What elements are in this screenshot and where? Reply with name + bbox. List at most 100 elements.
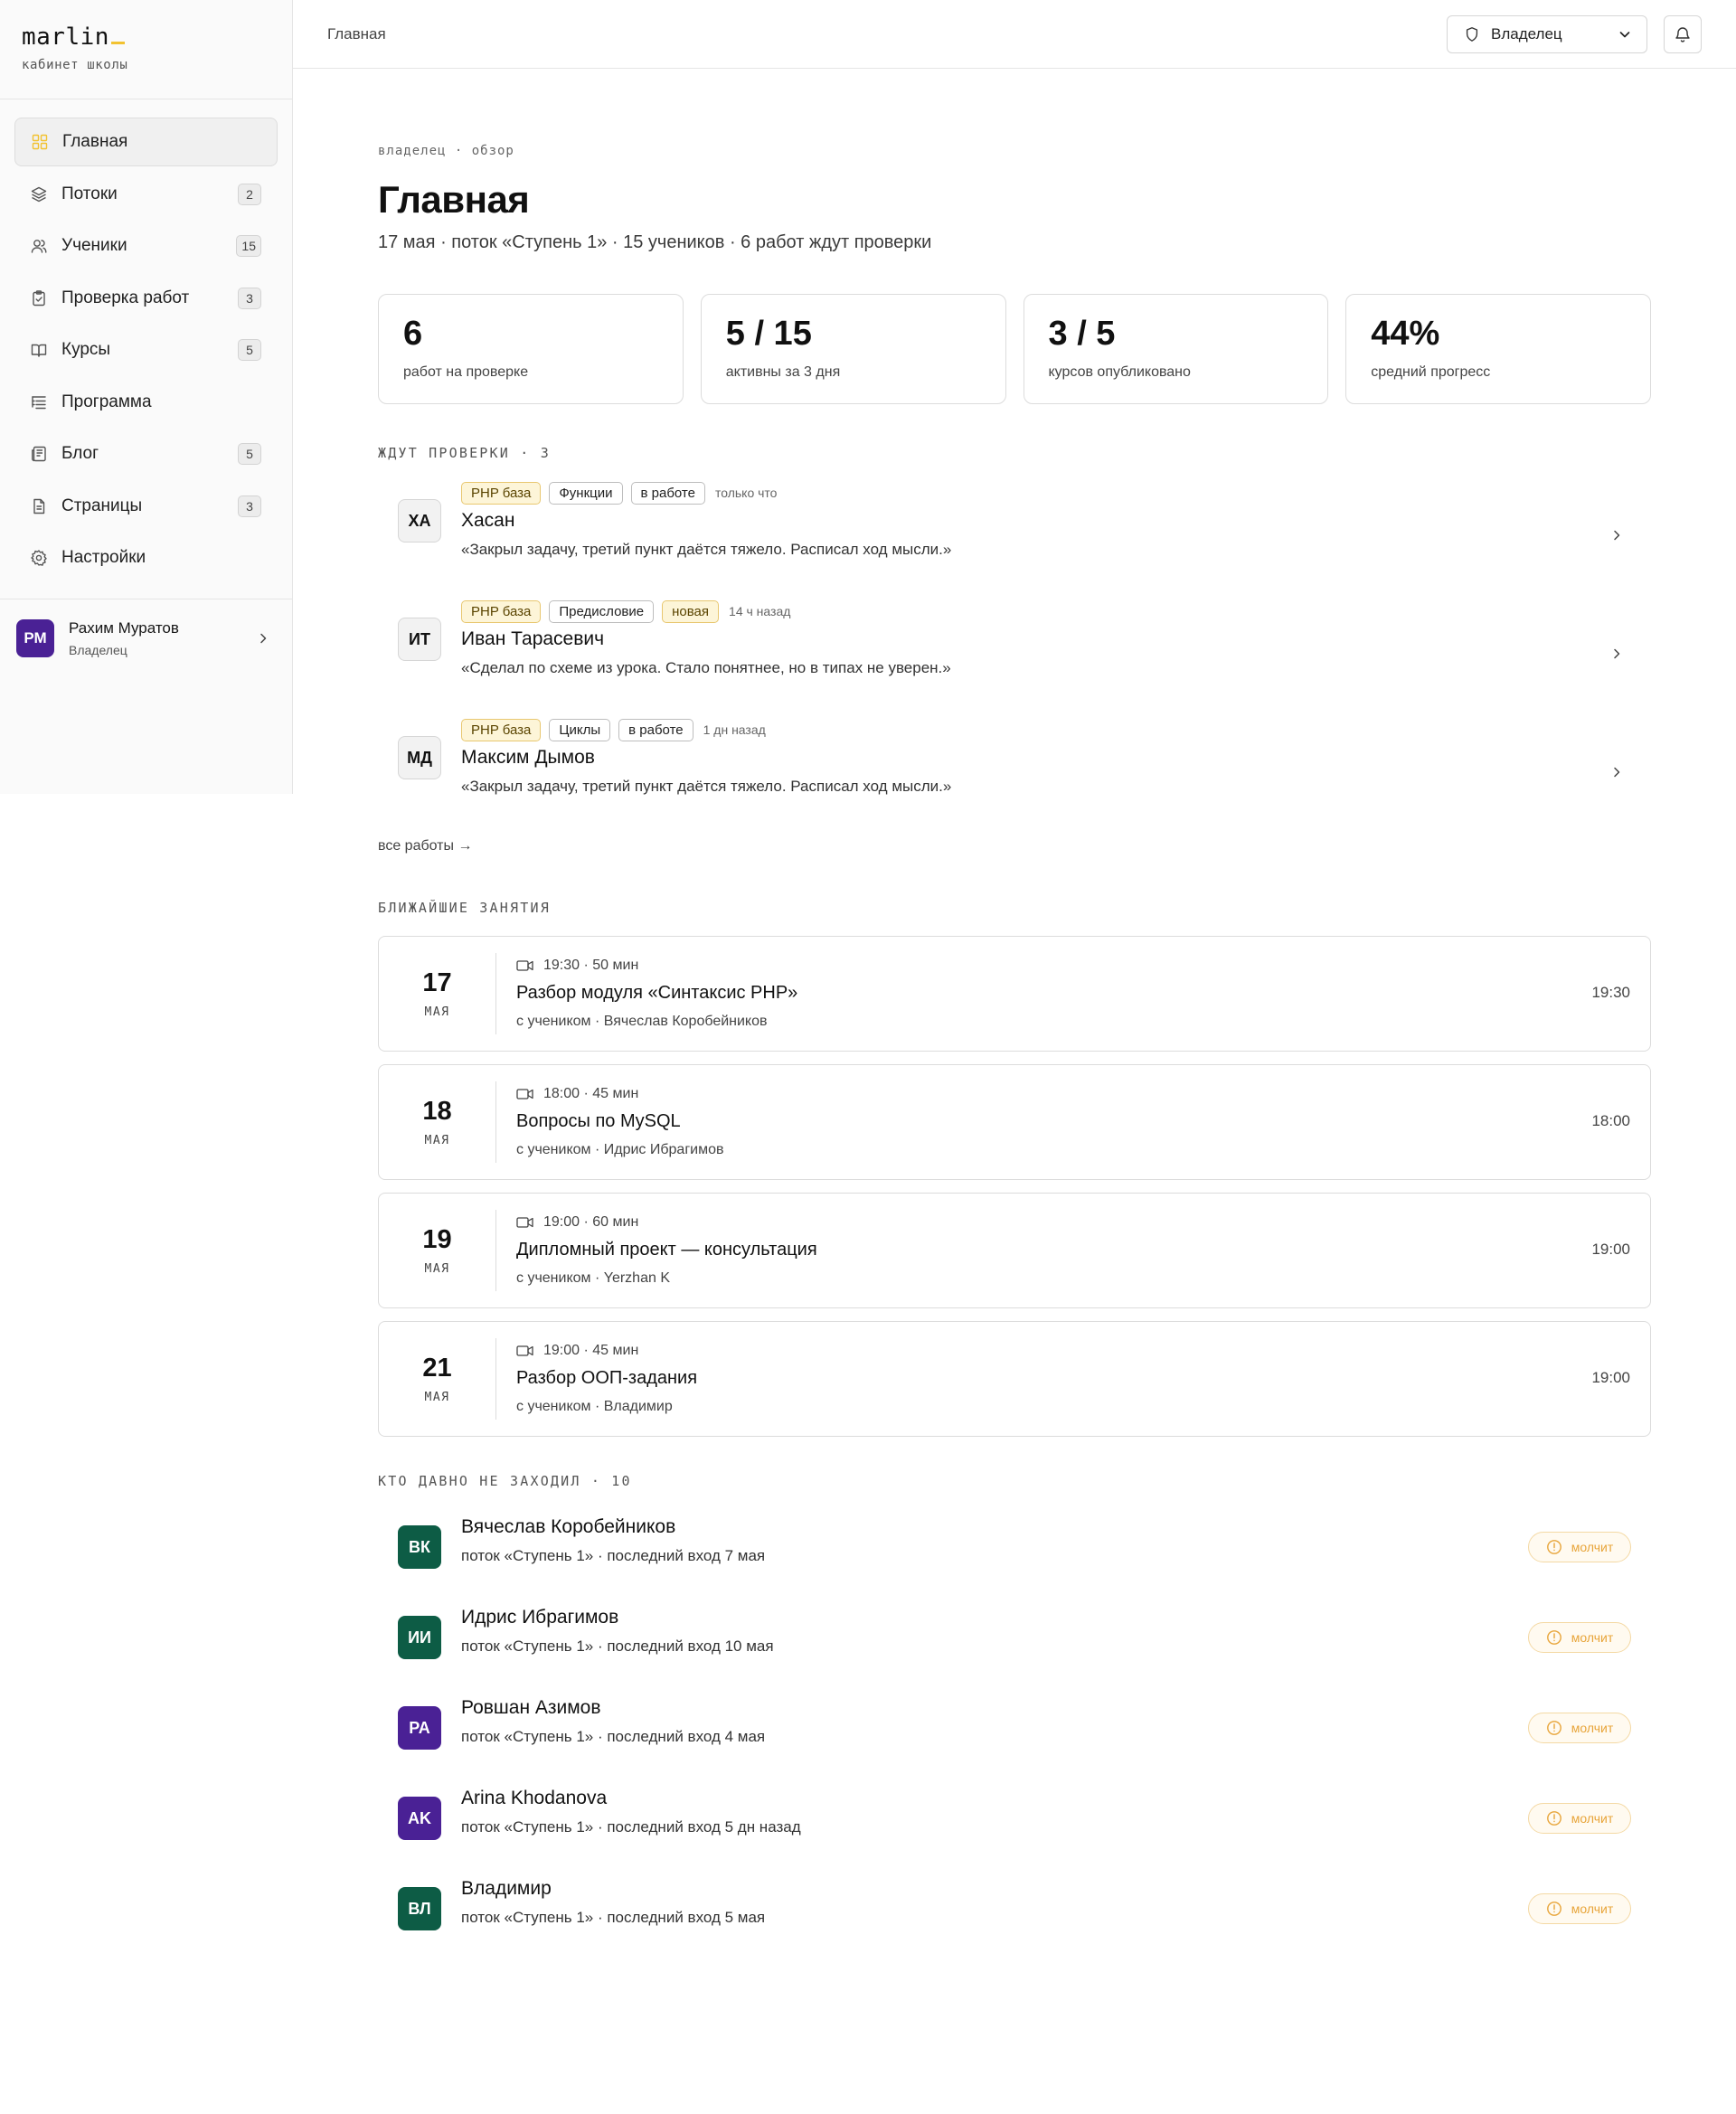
review-tags: PHP база Циклы в работе 1 дн назад xyxy=(461,718,1631,741)
course-tag: PHP база xyxy=(461,481,542,505)
lesson-date: 18 МАЯ xyxy=(379,1081,496,1163)
avatar: ИИ xyxy=(398,1616,441,1659)
course-tag: PHP база xyxy=(461,718,542,741)
notifications-button[interactable] xyxy=(1664,14,1702,53)
student-name: Владимир xyxy=(461,1878,552,1899)
lesson-title: Разбор ООП-задания xyxy=(516,1368,698,1388)
lesson-day: 17 xyxy=(422,968,452,997)
list-tree-icon xyxy=(29,392,49,412)
role-select[interactable]: Владелец xyxy=(1447,14,1647,53)
shield-icon xyxy=(1466,26,1478,42)
chevron-right-icon xyxy=(260,633,267,644)
course-tag: PHP база xyxy=(461,599,542,623)
lesson-card[interactable]: 18 МАЯ 18:00 · 45 мин Вопросы по MySQL с… xyxy=(378,1064,1651,1180)
lesson-participant: с учеником · Вячеслав Коробейников xyxy=(516,1014,768,1029)
status-badge: новая xyxy=(662,599,720,623)
absent-item[interactable]: ВЛ Владимир поток «Ступень 1» · последни… xyxy=(378,1873,1651,1963)
avatar: РМ xyxy=(16,619,54,657)
last-visit: поток «Ступень 1» · последний вход 5 дн … xyxy=(461,1818,801,1836)
lesson-body: 18:00 · 45 мин Вопросы по MySQL с ученик… xyxy=(516,1086,1650,1158)
alert-circle-icon xyxy=(1546,1630,1561,1645)
last-visit: поток «Ступень 1» · последний вход 4 мая xyxy=(461,1728,766,1745)
sidebar-item-label: Курсы xyxy=(61,340,111,359)
chevron-right-icon xyxy=(1614,530,1620,541)
status-badge: молчит xyxy=(1528,1532,1631,1562)
profile-text: Рахим Муратов Владелец xyxy=(69,619,256,657)
absent-item[interactable]: ВК Вячеслав Коробейников поток «Ступень … xyxy=(378,1511,1651,1601)
sidebar-item-program[interactable]: Программа xyxy=(14,378,278,427)
sidebar-item-home[interactable]: Главная xyxy=(14,118,278,166)
sidebar-item-streams[interactable]: Потоки 2 xyxy=(14,170,278,219)
stat-label: курсов опубликовано xyxy=(1048,364,1191,380)
status-badge: молчит xyxy=(1528,1803,1631,1834)
role-select-value: Владелец xyxy=(1491,24,1562,42)
all-works-link[interactable]: все работы → xyxy=(378,838,472,854)
sidebar-item-label: Главная xyxy=(62,132,128,151)
grid-icon xyxy=(30,132,50,152)
lesson-card[interactable]: 17 МАЯ 19:30 · 50 мин Разбор модуля «Син… xyxy=(378,936,1651,1052)
stat-card: 6 работ на проверке xyxy=(378,294,684,404)
sidebar-item-label: Ученики xyxy=(61,236,127,255)
video-camera-icon xyxy=(516,1217,533,1228)
absent-body: Вячеслав Коробейников поток «Ступень 1» … xyxy=(461,1516,1631,1565)
sidebar-item-reviews[interactable]: Проверка работ 3 xyxy=(14,274,278,323)
absent-body: Arina Khodanova поток «Ступень 1» · посл… xyxy=(461,1788,1631,1836)
lesson-meta-text: 19:00 · 45 мин xyxy=(543,1343,639,1358)
lesson-tag: Функции xyxy=(549,481,623,505)
reviews-heading: ЖДУТ ПРОВЕРКИ · 3 xyxy=(378,445,551,461)
chevron-down-icon xyxy=(1619,31,1630,37)
review-item[interactable]: ХА PHP база Функции в работе только что … xyxy=(378,481,1651,599)
student-name: Ровшан Азимов xyxy=(461,1697,601,1718)
users-icon xyxy=(29,236,49,256)
absent-heading: КТО ДАВНО НЕ ЗАХОДИЛ · 10 xyxy=(378,1473,632,1489)
absent-item[interactable]: AK Arina Khodanova поток «Ступень 1» · п… xyxy=(378,1782,1651,1873)
stat-label: работ на проверке xyxy=(403,364,529,380)
sidebar-item-students[interactable]: Ученики 15 xyxy=(14,222,278,270)
review-body: PHP база Предисловие новая 14 ч назад Ив… xyxy=(461,599,1631,677)
review-item[interactable]: ИТ PHP база Предисловие новая 14 ч назад… xyxy=(378,599,1651,718)
lesson-participant: с учеником · Идрис Ибрагимов xyxy=(516,1142,724,1157)
lesson-date: 21 МАЯ xyxy=(379,1338,496,1420)
sidebar-item-blog[interactable]: Блог 5 xyxy=(14,429,278,478)
chevron-right-icon xyxy=(1614,648,1620,659)
review-body: PHP база Циклы в работе 1 дн назад Макси… xyxy=(461,718,1631,796)
sidebar-item-courses[interactable]: Курсы 5 xyxy=(14,326,278,374)
bell-icon xyxy=(1675,26,1690,42)
sidebar-item-label: Настройки xyxy=(61,548,146,567)
sidebar-item-label: Потоки xyxy=(61,184,118,203)
sidebar-nav: Главная Потоки 2 Ученики 15 Проверка раб… xyxy=(0,99,292,599)
lesson-meta-text: 19:00 · 60 мин xyxy=(543,1214,639,1230)
gear-icon xyxy=(29,548,49,568)
lesson-card[interactable]: 21 МАЯ 19:00 · 45 мин Разбор ООП-задания… xyxy=(378,1321,1651,1437)
lesson-time: 19:00 xyxy=(1591,1241,1630,1258)
review-item[interactable]: МД PHP база Циклы в работе 1 дн назад Ма… xyxy=(378,718,1651,836)
review-quote: «Закрыл задачу, третий пункт даётся тяже… xyxy=(461,778,952,795)
sidebar-item-pages[interactable]: Страницы 3 xyxy=(14,482,278,531)
alert-circle-icon xyxy=(1546,1811,1561,1826)
stat-card: 5 / 15 активны за 3 дня xyxy=(700,294,1006,404)
review-time: 14 ч назад xyxy=(729,604,791,618)
brand: marlin кабинет школы xyxy=(0,0,292,99)
review-quote: «Сделал по схеме из урока. Стало понятне… xyxy=(461,659,951,676)
brand-logo[interactable]: marlin xyxy=(22,24,292,51)
lesson-tag: Циклы xyxy=(549,718,611,741)
absent-body: Ровшан Азимов поток «Ступень 1» · послед… xyxy=(461,1697,1631,1746)
lesson-card[interactable]: 19 МАЯ 19:00 · 60 мин Дипломный проект —… xyxy=(378,1193,1651,1308)
absent-item[interactable]: ИИ Идрис Ибрагимов поток «Ступень 1» · п… xyxy=(378,1601,1651,1692)
lesson-body: 19:30 · 50 мин Разбор модуля «Синтаксис … xyxy=(516,958,1650,1030)
clipboard-check-icon xyxy=(29,288,49,308)
user-profile[interactable]: РМ Рахим Муратов Владелец xyxy=(0,599,292,657)
status-badge: молчит xyxy=(1528,1713,1631,1743)
lesson-month: МАЯ xyxy=(424,1391,450,1404)
status-badge: молчит xyxy=(1528,1893,1631,1924)
absent-item[interactable]: РА Ровшан Азимов поток «Ступень 1» · пос… xyxy=(378,1692,1651,1782)
page-title: Главная xyxy=(378,178,530,221)
sidebar-item-settings[interactable]: Настройки xyxy=(14,533,278,582)
lesson-title: Дипломный проект — консультация xyxy=(516,1240,817,1260)
count-badge: 2 xyxy=(238,183,261,205)
last-visit: поток «Ступень 1» · последний вход 10 ма… xyxy=(461,1637,774,1655)
student-name: Хасан xyxy=(461,510,515,531)
status-badge: в работе xyxy=(630,481,705,505)
stat-label: активны за 3 дня xyxy=(725,364,841,380)
lesson-date: 17 МАЯ xyxy=(379,953,496,1034)
